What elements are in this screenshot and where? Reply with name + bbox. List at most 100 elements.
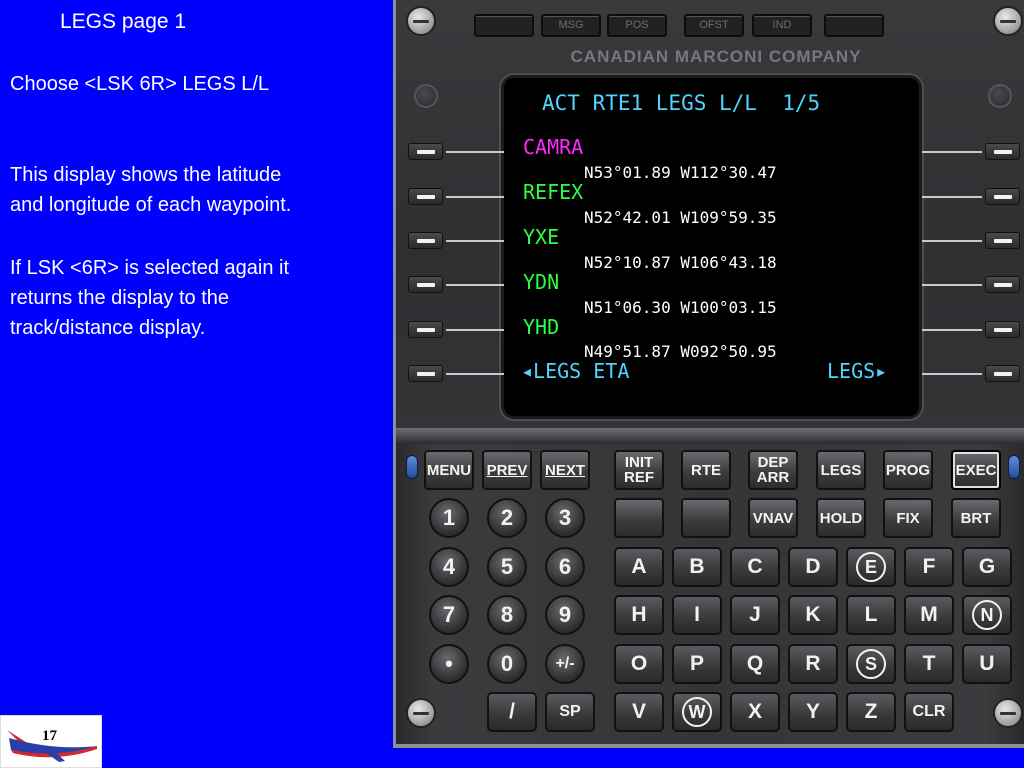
exec-key[interactable]: EXEC xyxy=(951,450,1001,490)
key-x[interactable]: X xyxy=(730,692,780,732)
key-q[interactable]: Q xyxy=(730,644,780,684)
key-e[interactable]: E xyxy=(846,547,896,587)
page-number: 17 xyxy=(42,728,57,744)
lsk-4l[interactable] xyxy=(408,276,443,293)
annunciator-pos: POS xyxy=(607,14,667,37)
note-text: If LSK <6R> is selected again it returns… xyxy=(10,257,290,339)
key-n[interactable]: N xyxy=(962,595,1012,635)
left-indicator-light xyxy=(406,455,418,479)
screw-icon xyxy=(406,6,436,36)
waypoint-name: REFEX xyxy=(523,180,584,204)
key-7[interactable]: 7 xyxy=(429,595,469,635)
key-decimal[interactable]: • xyxy=(429,644,469,684)
key-g[interactable]: G xyxy=(962,547,1012,587)
instruction-text: Choose <LSK 6R> LEGS L/L xyxy=(10,73,270,95)
key-v[interactable]: V xyxy=(614,692,664,732)
lsk-6r[interactable] xyxy=(985,365,1020,382)
key-c[interactable]: C xyxy=(730,547,780,587)
menu-key[interactable]: MENU xyxy=(424,450,474,490)
key-y[interactable]: Y xyxy=(788,692,838,732)
key-2[interactable]: 2 xyxy=(487,498,527,538)
key-b[interactable]: B xyxy=(672,547,722,587)
waypoint-coords: N52°42.01 W109°59.35 xyxy=(584,208,777,227)
init-ref-key[interactable]: INIT REF xyxy=(614,450,664,490)
key-z[interactable]: Z xyxy=(846,692,896,732)
key-a[interactable]: A xyxy=(614,547,664,587)
key-f[interactable]: F xyxy=(904,547,954,587)
screw-icon xyxy=(988,84,1012,108)
key-t[interactable]: T xyxy=(904,644,954,684)
waypoint-coords: N52°10.87 W106°43.18 xyxy=(584,253,777,272)
key-r[interactable]: R xyxy=(788,644,838,684)
annunciator-ofst: OFST xyxy=(684,14,744,37)
next-page-key[interactable]: NEXT xyxy=(540,450,590,490)
lsk-4r[interactable] xyxy=(985,276,1020,293)
key-u[interactable]: U xyxy=(962,644,1012,684)
key-6[interactable]: 6 xyxy=(545,547,585,587)
key-n-label: N xyxy=(972,600,1002,630)
key-l[interactable]: L xyxy=(846,595,896,635)
key-9[interactable]: 9 xyxy=(545,595,585,635)
key-3[interactable]: 3 xyxy=(545,498,585,538)
lsk-2r[interactable] xyxy=(985,188,1020,205)
key-slash[interactable]: / xyxy=(487,692,537,732)
lsk-5l[interactable] xyxy=(408,321,443,338)
blank-key[interactable] xyxy=(681,498,731,538)
vnav-key[interactable]: VNAV xyxy=(748,498,798,538)
dep-arr-key[interactable]: DEP ARR xyxy=(748,450,798,490)
manufacturer-label: CANADIAN MARCONI COMPANY xyxy=(570,47,862,66)
lsk-1l[interactable] xyxy=(408,143,443,160)
annunciator-blank xyxy=(824,14,884,37)
key-k[interactable]: K xyxy=(788,595,838,635)
annunciator-blank xyxy=(474,14,534,37)
prog-key[interactable]: PROG xyxy=(883,450,933,490)
key-1[interactable]: 1 xyxy=(429,498,469,538)
key-e-label: E xyxy=(856,552,886,582)
key-m[interactable]: M xyxy=(904,595,954,635)
screw-icon xyxy=(993,698,1023,728)
brt-key[interactable]: BRT xyxy=(951,498,1001,538)
hold-key[interactable]: HOLD xyxy=(816,498,866,538)
key-i[interactable]: I xyxy=(672,595,722,635)
key-s[interactable]: S xyxy=(846,644,896,684)
key-p[interactable]: P xyxy=(672,644,722,684)
description-text: This display shows the latitude and long… xyxy=(10,164,292,216)
key-8[interactable]: 8 xyxy=(487,595,527,635)
rte-key[interactable]: RTE xyxy=(681,450,731,490)
key-0[interactable]: 0 xyxy=(487,644,527,684)
key-plus-minus[interactable]: +/- xyxy=(545,644,585,684)
screw-icon xyxy=(414,84,438,108)
page-title: ACT RTE1 LEGS L/L 1/5 xyxy=(542,91,821,115)
lsk-3r[interactable] xyxy=(985,232,1020,249)
screw-icon xyxy=(406,698,436,728)
waypoint-name: YDN xyxy=(523,270,560,294)
lsk6-left-prompt: ◂LEGS ETA xyxy=(521,359,630,383)
page-number-badge: 17 xyxy=(0,715,102,768)
prev-page-key[interactable]: PREV xyxy=(482,450,532,490)
fix-key[interactable]: FIX xyxy=(883,498,933,538)
lsk-6l[interactable] xyxy=(408,365,443,382)
cdu-panel: MSG POS OFST IND CANADIAN MARCONI COMPAN… xyxy=(393,0,1024,748)
slide-title: LEGS page 1 xyxy=(60,10,187,33)
key-w[interactable]: W xyxy=(672,692,722,732)
key-o[interactable]: O xyxy=(614,644,664,684)
key-5[interactable]: 5 xyxy=(487,547,527,587)
waypoint-name: YHD xyxy=(523,315,560,339)
legs-key[interactable]: LEGS xyxy=(816,450,866,490)
annunciator-ind: IND xyxy=(752,14,812,37)
key-h[interactable]: H xyxy=(614,595,664,635)
lsk-5r[interactable] xyxy=(985,321,1020,338)
clr-key[interactable]: CLR xyxy=(904,692,954,732)
key-j[interactable]: J xyxy=(730,595,780,635)
lsk-2l[interactable] xyxy=(408,188,443,205)
screw-icon xyxy=(993,6,1023,36)
key-d[interactable]: D xyxy=(788,547,838,587)
key-space[interactable]: SP xyxy=(545,692,595,732)
right-indicator-light xyxy=(1008,455,1020,479)
waypoint-coords: N51°06.30 W100°03.15 xyxy=(584,298,777,317)
lsk-3l[interactable] xyxy=(408,232,443,249)
waypoint-name: YXE xyxy=(523,225,560,249)
key-4[interactable]: 4 xyxy=(429,547,469,587)
lsk-1r[interactable] xyxy=(985,143,1020,160)
blank-key[interactable] xyxy=(614,498,664,538)
